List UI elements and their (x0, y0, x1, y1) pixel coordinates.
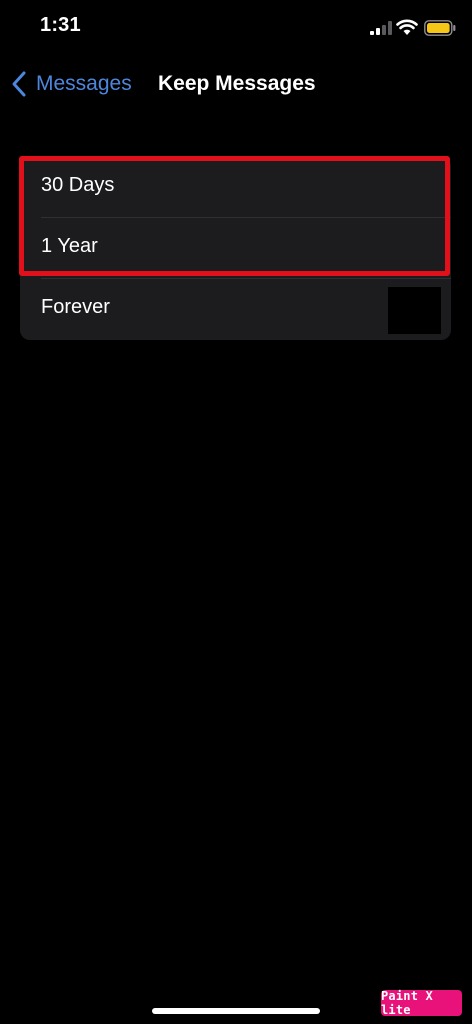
home-indicator[interactable] (152, 1008, 320, 1014)
option-1-year[interactable]: 1 Year (20, 217, 451, 278)
back-button-label: Messages (36, 72, 132, 95)
page-title: Keep Messages (158, 72, 316, 95)
status-time: 1:31 (40, 14, 81, 36)
option-30-days[interactable]: 30 Days (20, 156, 451, 217)
chevron-left-icon (12, 71, 26, 97)
checkmark-redaction (388, 287, 441, 334)
back-button[interactable]: Messages (10, 68, 132, 100)
status-bar: 1:31 (0, 0, 472, 56)
option-label: 1 Year (41, 235, 98, 257)
option-label: 30 Days (41, 174, 115, 196)
app-watermark: Paint X lite (381, 989, 462, 1017)
option-forever[interactable]: Forever (20, 278, 451, 340)
option-label: Forever (41, 296, 110, 318)
navigation-bar: Messages Keep Messages (0, 60, 472, 108)
signal-icon (370, 21, 392, 35)
battery-icon (424, 20, 456, 36)
wifi-icon (396, 19, 418, 35)
keep-messages-options: 30 Days 1 Year Forever (20, 156, 451, 340)
